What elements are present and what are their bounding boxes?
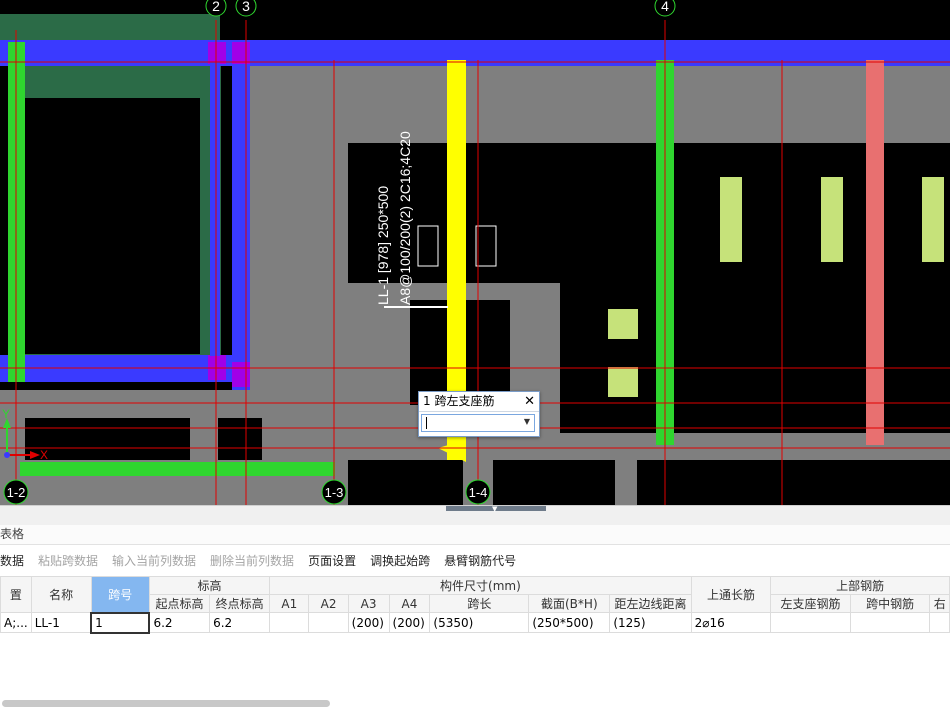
- cell-a3[interactable]: (200): [347, 612, 390, 633]
- page-setup-button[interactable]: 页面设置: [308, 552, 356, 569]
- col-header-section[interactable]: 截面(B*H): [528, 594, 611, 613]
- close-icon[interactable]: ✕: [524, 392, 535, 411]
- table-toolbar: 数据 粘贴跨数据 输入当前列数据 删除当前列数据 页面设置 调换起始跨 悬臂钢筋…: [0, 545, 950, 575]
- axis-bubble-2: 2: [205, 0, 227, 17]
- col-header-a1[interactable]: A1: [269, 594, 310, 613]
- text-caret: [426, 417, 427, 429]
- opening-b3: [348, 460, 463, 505]
- panel-splitter[interactable]: ▼: [0, 505, 950, 526]
- col-header-top-continuous[interactable]: 上通长筋: [690, 576, 772, 613]
- group-header-elevation: 标高: [148, 576, 271, 595]
- col-header-extra[interactable]: 右: [929, 594, 950, 613]
- cell-top-continuous[interactable]: 2⌀16: [690, 612, 772, 633]
- table-row[interactable]: A;... LL-1 1 6.2 6.2 (200) (200) (5350) …: [0, 611, 950, 634]
- col-header-span-no[interactable]: 跨号: [90, 576, 150, 613]
- cell-name[interactable]: LL-1: [30, 612, 92, 633]
- green-wall-top: [0, 14, 220, 44]
- cell-section[interactable]: (250*500): [528, 612, 611, 633]
- cell-a2[interactable]: [308, 612, 349, 633]
- cell-end-elev[interactable]: 6.2: [209, 612, 271, 633]
- input-column-data-button[interactable]: 输入当前列数据: [112, 552, 196, 569]
- chevron-down-icon[interactable]: ▼: [524, 417, 530, 426]
- popup-rebar-input[interactable]: ▼: [421, 414, 535, 432]
- copy-span-data-button[interactable]: 数据: [0, 552, 24, 569]
- beam-col3-blue: [232, 40, 250, 390]
- axis-bubble-3: 3: [235, 0, 257, 17]
- beam-bottom-green: [20, 462, 335, 476]
- col-header-start-elev[interactable]: 起点标高: [148, 594, 211, 613]
- opening-bl: [25, 418, 190, 460]
- col-header-left-seat[interactable]: 左支座钢筋: [770, 594, 851, 613]
- svg-text:1-3: 1-3: [325, 485, 344, 500]
- seat-rebar-popup[interactable]: 1 跨左支座筋 ✕ ▼: [418, 391, 540, 437]
- chevron-down-icon: ▼: [492, 505, 498, 513]
- group-header-dimensions: 构件尺寸(mm): [269, 576, 692, 595]
- col-header-a4[interactable]: A4: [388, 594, 431, 613]
- col-header-mid-span[interactable]: 跨中钢筋: [849, 594, 931, 613]
- cantilever-rebar-code-button[interactable]: 悬臂钢筋代号: [444, 552, 516, 569]
- svg-text:4: 4: [661, 0, 669, 14]
- axis-bubble-1-4: 1-4: [465, 479, 491, 505]
- beam-annotation-line2: A8@100/200(2) 2C16;4C20: [397, 131, 413, 305]
- column-lightgreen: [720, 177, 742, 262]
- opening-b2: [218, 418, 262, 460]
- svg-text:2: 2: [212, 0, 220, 14]
- span-table: 置 名称 跨号 标高 构件尺寸(mm) 上通长筋 上部钢筋 起点标高 终点标高 …: [0, 576, 950, 634]
- cell-span-no[interactable]: 1: [90, 611, 151, 634]
- column-purple: [232, 362, 250, 387]
- axis-bubble-4: 4: [654, 0, 676, 17]
- cell-extra[interactable]: [929, 612, 950, 633]
- column-lightgreen: [922, 177, 944, 262]
- swap-start-span-button[interactable]: 调换起始跨: [370, 552, 430, 569]
- group-header-top-rebar: 上部钢筋: [770, 576, 950, 595]
- cell-start-elev[interactable]: 6.2: [148, 612, 211, 633]
- opening: [25, 98, 200, 354]
- paste-span-data-button[interactable]: 粘贴跨数据: [38, 552, 98, 569]
- cell-a4[interactable]: (200): [388, 612, 431, 633]
- col-header-c0[interactable]: 置: [0, 576, 32, 613]
- column-lightgreen: [821, 177, 843, 262]
- svg-text:1-2: 1-2: [7, 485, 26, 500]
- axis-bubble-1-2: 1-2: [3, 479, 29, 505]
- cell-mid-span[interactable]: [849, 612, 931, 633]
- col-header-a2[interactable]: A2: [308, 594, 349, 613]
- delete-column-data-button[interactable]: 删除当前列数据: [210, 552, 294, 569]
- beam-annotation-line1: LL-1 [978] 250*500: [375, 186, 391, 305]
- horizontal-scrollbar[interactable]: [0, 697, 950, 711]
- beam-col2-blue: [210, 62, 220, 356]
- col-header-a3[interactable]: A3: [347, 594, 390, 613]
- cell-offset[interactable]: (125): [609, 612, 692, 633]
- axis-bubble-1-3: 1-3: [321, 479, 347, 505]
- panel-title: 表格: [0, 525, 950, 545]
- column-purple: [232, 42, 250, 64]
- opening-b4: [493, 460, 615, 505]
- svg-text:Y: Y: [2, 407, 10, 421]
- scrollbar-thumb[interactable]: [2, 700, 330, 707]
- col-header-offset[interactable]: 距左边线距离: [609, 594, 692, 613]
- cell-a1[interactable]: [269, 612, 310, 633]
- cad-canvas[interactable]: 2 3 4 1-2 1-3 1-4 LL-1 [978] 250*500 A8@…: [0, 0, 950, 505]
- col-header-span-length[interactable]: 跨长: [429, 594, 530, 613]
- column-purple: [208, 42, 226, 64]
- column-lightgreen: [608, 367, 638, 397]
- beam-span-table[interactable]: 置 名称 跨号 标高 构件尺寸(mm) 上通长筋 上部钢筋 起点标高 终点标高 …: [0, 576, 950, 696]
- cell-left-seat[interactable]: [770, 612, 851, 633]
- svg-text:1-4: 1-4: [469, 485, 488, 500]
- beam-red: [866, 60, 884, 445]
- svg-text:3: 3: [242, 0, 250, 14]
- col-header-end-elev[interactable]: 终点标高: [209, 594, 271, 613]
- column-lightgreen: [608, 309, 638, 339]
- col-header-name[interactable]: 名称: [30, 576, 92, 613]
- popup-title: 1 跨左支座筋 ✕: [419, 392, 539, 412]
- svg-text:X: X: [40, 448, 48, 462]
- opening-b5: [637, 460, 950, 505]
- cell-c0[interactable]: A;...: [0, 612, 32, 633]
- cell-span-length[interactable]: (5350): [429, 612, 530, 633]
